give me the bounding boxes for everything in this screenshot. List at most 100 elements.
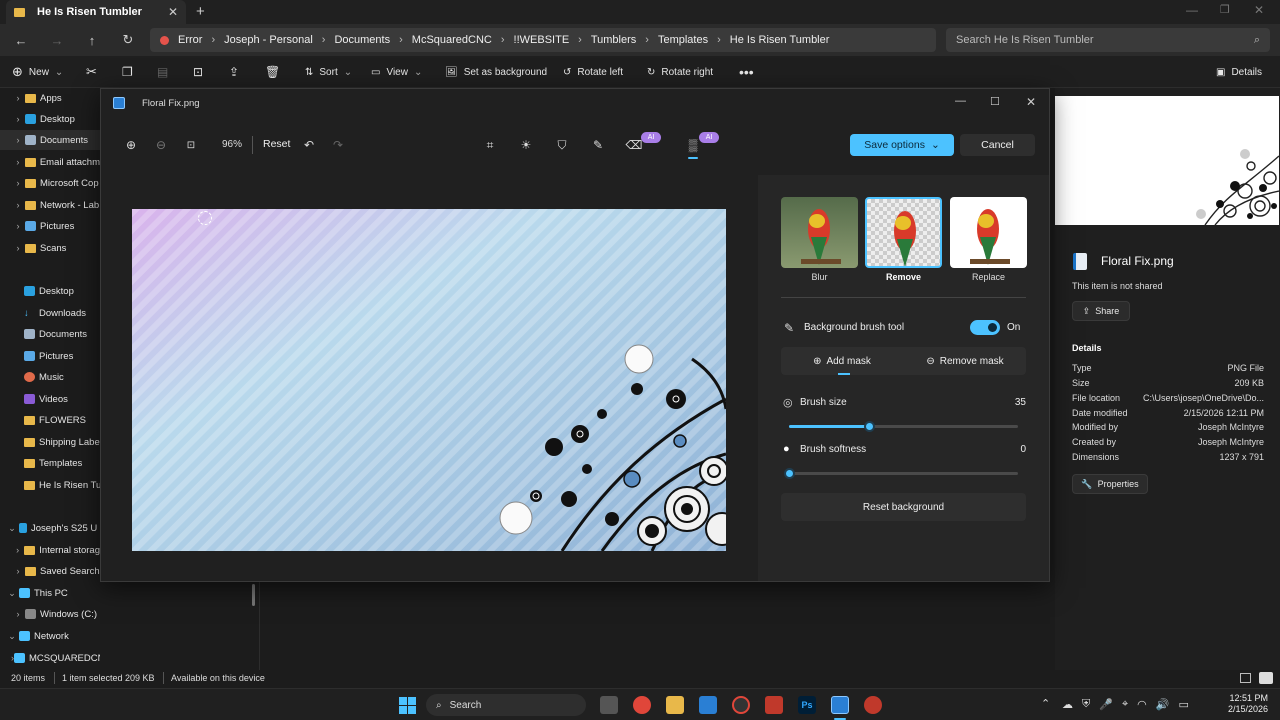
slider-thumb[interactable] [864, 421, 876, 432]
clock[interactable]: 12:51 PM 2/15/2026 [1216, 693, 1268, 715]
file-explorer-icon[interactable] [666, 696, 684, 714]
sidebar-item-phone[interactable]: ⌄ Joseph's S25 U [0, 518, 100, 538]
details-button[interactable]: ▣ Details [1216, 56, 1262, 88]
share-icon[interactable]: ⇪ [229, 56, 239, 88]
sidebar-item-network[interactable]: ⌄ Network [0, 626, 100, 646]
chevron-up-icon[interactable]: ⌃ [1041, 697, 1050, 710]
task-view-icon[interactable] [600, 696, 618, 714]
sidebar-scrollbar[interactable] [252, 584, 255, 606]
reset-button[interactable]: Reset [263, 138, 290, 150]
quick-downloads[interactable]: ↓ Downloads [0, 303, 100, 323]
battery-icon[interactable]: ▭ [1178, 698, 1188, 711]
rename-icon[interactable]: ⊡ [193, 56, 203, 88]
save-options-button[interactable]: Save options ⌄ [850, 134, 954, 156]
sidebar-item-windows-c[interactable]: › Windows (C:) [0, 604, 100, 624]
location-icon[interactable]: ⌖ [1122, 698, 1128, 711]
share-button[interactable]: ⇪ Share [1072, 301, 1130, 321]
sidebar-item-scans[interactable]: › Scans [0, 238, 100, 258]
quick-documents[interactable]: Documents [0, 324, 100, 344]
explorer-tab[interactable]: He Is Risen Tumbler ✕ [6, 0, 186, 24]
sidebar-item-desktop[interactable]: › Desktop [0, 109, 100, 129]
address-bar[interactable]: Error › Joseph - Personal › Documents › McS… [150, 28, 936, 52]
app-icon[interactable] [765, 696, 783, 714]
close-window-icon[interactable]: ✕ [1026, 95, 1036, 109]
adjust-brightness-icon[interactable]: ☀ [517, 137, 535, 153]
refresh-icon[interactable]: ↻ [117, 30, 139, 50]
erase-icon[interactable]: ⌫ [625, 137, 643, 153]
image-canvas[interactable] [132, 209, 726, 551]
close-window-icon[interactable]: ✕ [1254, 3, 1264, 17]
security-icon[interactable]: ⛨ [1082, 698, 1090, 711]
app-icon[interactable] [732, 696, 750, 714]
onedrive-icon[interactable]: ☁ [1062, 698, 1073, 711]
wifi-icon[interactable]: ◠ [1137, 698, 1147, 711]
rotate-right-button[interactable]: ↻ Rotate right [647, 56, 713, 88]
view-button[interactable]: ▭ View ⌄ [371, 56, 422, 88]
sort-button[interactable]: ⇅ Sort ⌄ [305, 56, 352, 88]
add-mask-button[interactable]: ⊕ Add mask [781, 347, 903, 375]
quick-templates[interactable]: Templates [0, 453, 100, 473]
microphone-icon[interactable]: 🎤 [1099, 698, 1113, 711]
breadcrumb-item[interactable]: Tumblers [582, 34, 645, 46]
search-box[interactable]: Search He Is Risen Tumbler ⌕ [946, 28, 1270, 52]
actual-size-icon[interactable]: ⊡ [182, 137, 200, 153]
remove-mask-button[interactable]: ⊖ Remove mask [904, 347, 1026, 375]
sidebar-item-pictures[interactable]: › Pictures [0, 216, 100, 236]
redo-icon[interactable]: ↷ [329, 137, 347, 153]
sidebar-item-saved-search[interactable]: › Saved Search [0, 561, 100, 581]
forward-arrow-icon[interactable]: → [46, 30, 68, 50]
breadcrumb-item[interactable]: Templates [649, 34, 717, 46]
close-tab-icon[interactable]: ✕ [168, 5, 178, 19]
sidebar-item-mcsquaredcnc[interactable]: ›MCSQUAREDCNC_25 [0, 648, 100, 668]
quick-pictures[interactable]: Pictures [0, 346, 100, 366]
start-button[interactable] [399, 697, 416, 714]
properties-button[interactable]: 🔧 Properties [1072, 474, 1148, 494]
store-icon[interactable] [699, 696, 717, 714]
taskbar-search[interactable]: ⌕ Search [426, 694, 586, 716]
slider-thumb[interactable] [784, 468, 795, 479]
sidebar-item-this-pc[interactable]: ⌄ This PC [0, 583, 100, 603]
breadcrumb-item[interactable]: !!WEBSITE [505, 34, 579, 46]
quick-desktop[interactable]: Desktop [0, 281, 100, 301]
tray-icons[interactable]: ☁ ⛨ 🎤 ⌖ ◠ 🔊 ▭ [1062, 698, 1189, 711]
quick-flowers[interactable]: FLOWERS [0, 410, 100, 430]
blur-thumbnail[interactable] [781, 197, 858, 268]
chrome-icon[interactable] [633, 696, 651, 714]
new-button[interactable]: ⊕ New ⌄ [12, 56, 63, 88]
sidebar-item-email[interactable]: › Email attachm [0, 152, 100, 172]
cut-icon[interactable]: ✂ [86, 56, 97, 88]
up-arrow-icon[interactable]: ↑ [81, 30, 103, 50]
cancel-button[interactable]: Cancel [960, 134, 1035, 156]
maximize-icon[interactable]: ❐ [1220, 3, 1230, 16]
details-view-icon[interactable] [1240, 673, 1251, 683]
sidebar-item-network-lab[interactable]: › Network - Lab [0, 195, 100, 215]
photos-icon[interactable] [831, 696, 849, 714]
zoom-level[interactable]: 96% [222, 139, 242, 150]
breadcrumb-item[interactable]: McSquaredCNC [403, 34, 501, 46]
breadcrumb-item[interactable]: Error [169, 34, 211, 46]
rotate-left-button[interactable]: ↺ Rotate left [563, 56, 623, 88]
brush-size-slider-track[interactable] [789, 421, 1018, 432]
minimize-icon[interactable]: — [955, 95, 966, 107]
breadcrumb-item[interactable]: Joseph - Personal [215, 34, 322, 46]
breadcrumb-item[interactable]: Documents [325, 34, 399, 46]
search-input[interactable]: Search He Is Risen Tumbler [956, 34, 1094, 46]
sidebar-item-apps[interactable]: › Apps [0, 88, 100, 108]
new-tab-button[interactable]: + [196, 3, 205, 20]
filter-icon[interactable]: ⛉ [553, 137, 571, 153]
replace-thumbnail[interactable] [950, 197, 1027, 268]
copy-icon[interactable]: ❐ [122, 56, 133, 88]
quick-music[interactable]: Music [0, 367, 100, 387]
brush-softness-slider-track[interactable] [784, 468, 1018, 479]
quick-he-is-risen[interactable]: He Is Risen Tum [0, 475, 100, 495]
remove-thumbnail[interactable] [865, 197, 942, 268]
delete-icon[interactable]: 🗑 [265, 56, 280, 88]
quick-shipping[interactable]: Shipping Labels [0, 432, 100, 452]
zoom-out-icon[interactable]: ⊖ [152, 137, 170, 153]
volume-icon[interactable]: 🔊 [1156, 698, 1170, 711]
brush-tool-toggle[interactable] [970, 320, 1000, 335]
maximize-icon[interactable]: ☐ [990, 95, 1000, 108]
photoshop-icon[interactable]: Ps [798, 696, 816, 714]
sidebar-item-microsoft[interactable]: › Microsoft Cop [0, 173, 100, 193]
sidebar-item-internal[interactable]: › Internal storag [0, 540, 100, 560]
